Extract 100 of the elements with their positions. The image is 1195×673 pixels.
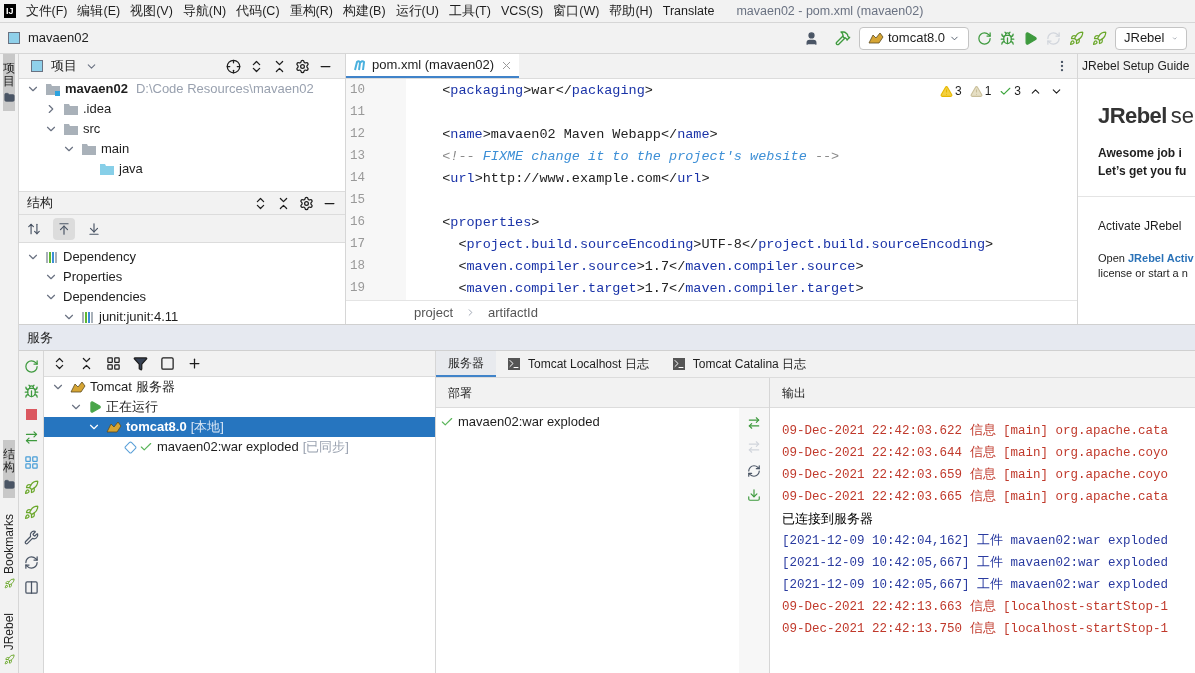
window-title: mavaen02 - pom.xml (mavaen02)	[736, 2, 924, 20]
tree-item[interactable]: mavaen02 D:\Code Resources\mavaen02	[19, 79, 345, 99]
tree-item[interactable]: src	[19, 119, 345, 139]
tree-item[interactable]: mavaen02:war exploded [已同步]	[44, 437, 435, 457]
bug-icon[interactable]	[1000, 30, 1015, 46]
rocket-icon[interactable]	[1069, 30, 1084, 46]
settings-icon[interactable]	[295, 58, 310, 74]
menu-item[interactable]: 工具(T)	[448, 1, 491, 21]
item-label: 正在运行	[106, 398, 158, 417]
rocket-icon[interactable]	[23, 505, 39, 520]
tree-item[interactable]: tomcat8.0 [本地]	[44, 417, 435, 437]
jrebel-dropdown[interactable]: JRebel	[1115, 26, 1187, 50]
item-label: Properties	[63, 268, 123, 287]
warning-count: 1	[984, 83, 992, 100]
code-line: <project.build.sourceEncoding>UTF-8</project.build.sourceEncoding>	[457, 237, 994, 252]
tab-label: JRebel	[1, 612, 17, 650]
layout-icon[interactable]	[23, 580, 39, 595]
code-line: <!-- FIXME change it to the project's website -->	[441, 149, 840, 164]
side-tab[interactable]: 结构	[3, 440, 15, 498]
line-number: 16	[349, 214, 366, 231]
download-icon[interactable]	[747, 488, 761, 502]
menu-item[interactable]: 运行(U)	[395, 1, 439, 21]
breadcrumb[interactable]: project	[414, 302, 454, 323]
side-tab[interactable]: Bookmarks	[0, 505, 18, 597]
play-icon[interactable]	[1023, 30, 1038, 46]
artifact-icon	[124, 440, 137, 454]
project-icon	[31, 60, 43, 72]
add-icon[interactable]	[187, 356, 202, 371]
panel-title[interactable]: 项目	[51, 56, 77, 76]
code-line: <packaging>war</packaging>	[441, 83, 653, 98]
refresh-icon[interactable]	[23, 555, 39, 570]
log-line: 09-Dec-2021 22:42:03.665 信息 [main] org.apache.cata	[782, 488, 1170, 506]
tree-item[interactable]: main	[19, 139, 345, 159]
group-icon[interactable]	[106, 356, 121, 371]
item-label: src	[83, 120, 101, 139]
rocket-icon[interactable]	[1092, 30, 1107, 46]
menu-item[interactable]: 帮助(H)	[609, 1, 653, 21]
column-header: 部署	[448, 384, 472, 402]
menu-item[interactable]: 构建(B)	[342, 1, 386, 21]
tree-item[interactable]: Properties	[19, 267, 345, 287]
rocket-icon[interactable]	[23, 480, 39, 495]
log-line: 09-Dec-2021 22:42:13.663 信息 [localhost-startStop-1	[782, 598, 1170, 616]
menu-item[interactable]: Translate	[662, 1, 715, 21]
line-number: 12	[349, 126, 366, 143]
run-config-dropdown[interactable]: tomcat8.0	[859, 26, 969, 50]
deploy-icon[interactable]	[23, 430, 39, 445]
tree-item[interactable]: java	[19, 159, 345, 179]
deploy-icon[interactable]	[747, 416, 761, 430]
item-label: java	[119, 160, 143, 179]
project-name[interactable]: mavaen02	[28, 28, 89, 48]
tree-item[interactable]: 正在运行	[44, 397, 435, 417]
rerun-icon[interactable]	[23, 359, 39, 374]
locate-icon[interactable]	[226, 58, 241, 74]
tree-item[interactable]: .idea	[19, 99, 345, 119]
menu-item[interactable]: 窗口(W)	[553, 1, 600, 21]
close-icon[interactable]	[502, 60, 512, 70]
menu-item[interactable]: 代码(C)	[236, 1, 280, 21]
code-line: <properties>	[441, 215, 540, 230]
section-title: Activate JRebel	[1097, 218, 1183, 235]
tree-item[interactable]: Tomcat 服务器	[44, 377, 435, 397]
tree-item[interactable]: junit:junit:4.11	[19, 307, 345, 324]
check-icon	[440, 415, 454, 429]
item-label: Tomcat 服务器	[90, 378, 175, 397]
bug-icon[interactable]	[23, 384, 39, 399]
deployment-item[interactable]: mavaen02:war exploded	[436, 412, 739, 432]
code-line: <maven.compiler.target>1.7</maven.compiler.target>	[457, 281, 864, 296]
hammer-icon[interactable]	[835, 30, 851, 46]
menu-item[interactable]: 编辑(E)	[77, 1, 121, 21]
tree-item[interactable]: Dependency	[19, 247, 345, 267]
bars-icon	[81, 311, 95, 323]
filter-icon[interactable]	[133, 356, 148, 371]
menu-item[interactable]: 文件(F)	[25, 1, 68, 21]
refresh-icon[interactable]	[747, 464, 761, 478]
side-tab[interactable]: 项目	[3, 54, 15, 112]
menu-item[interactable]: 导航(N)	[182, 1, 227, 21]
item-label: junit:junit:4.11	[99, 308, 179, 324]
tool-tab[interactable]: 服务器	[436, 351, 496, 377]
rerun-icon[interactable]	[977, 30, 992, 46]
breadcrumb[interactable]: artifactId	[488, 302, 538, 323]
tool-tab[interactable]: Tomcat Catalina 日志	[660, 351, 819, 377]
app-logo: IJ	[4, 4, 16, 18]
tool-tab[interactable]: Tomcat Localhost 日志	[496, 351, 661, 377]
wrench-icon[interactable]	[23, 530, 39, 545]
line-number: 11	[349, 104, 366, 121]
user-icon[interactable]	[804, 30, 819, 46]
settings-icon[interactable]	[299, 195, 314, 211]
line-number: 19	[349, 280, 366, 297]
activation-link[interactable]: JRebel Activ	[1127, 252, 1194, 264]
path-hint: D:\Code Resources\mavaen02	[135, 80, 314, 99]
toolbar-toggle[interactable]	[53, 217, 75, 240]
side-tab[interactable]: JRebel	[0, 604, 18, 673]
grid-icon[interactable]	[23, 455, 39, 470]
line-number: 10	[349, 82, 366, 99]
menu-item[interactable]: 视图(V)	[130, 1, 173, 21]
editor-tab[interactable]: pom.xml (mavaen02)	[346, 54, 520, 78]
panel-title: JRebel Setup Guide	[1082, 58, 1190, 75]
stop-icon[interactable]	[25, 409, 37, 420]
tree-item[interactable]: Dependencies	[19, 287, 345, 307]
menu-item[interactable]: VCS(S)	[500, 1, 544, 21]
menu-item[interactable]: 重构(R)	[289, 1, 333, 21]
